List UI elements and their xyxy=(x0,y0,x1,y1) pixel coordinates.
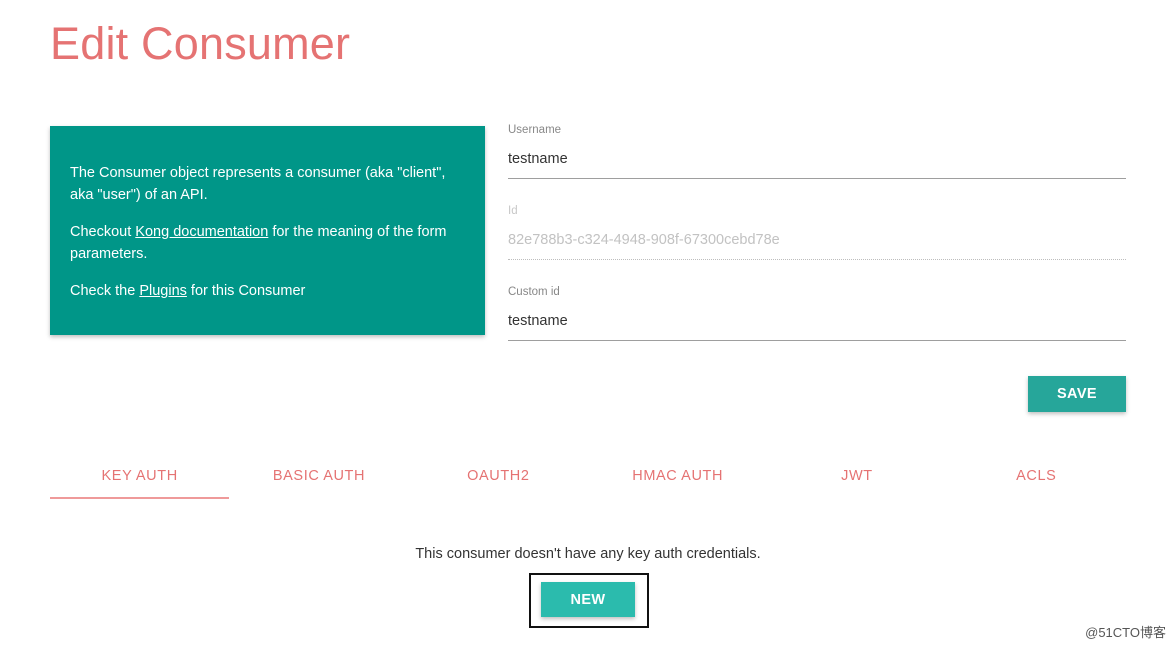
new-credential-button[interactable]: NEW xyxy=(541,582,635,617)
custom-id-input[interactable] xyxy=(508,303,1126,341)
empty-credentials-message: This consumer doesn't have any key auth … xyxy=(415,546,761,562)
id-input xyxy=(508,222,1126,260)
username-input[interactable] xyxy=(508,141,1126,179)
tab-hmac-auth[interactable]: HMAC AUTH xyxy=(588,455,767,500)
tab-acls[interactable]: ACLS xyxy=(947,455,1126,500)
tab-basic-auth[interactable]: BASIC AUTH xyxy=(229,455,408,500)
watermark: @51CTO博客 xyxy=(1085,625,1166,640)
custom-id-label: Custom id xyxy=(508,286,560,298)
username-field-group: Username xyxy=(508,122,1126,179)
kong-documentation-link[interactable]: Kong documentation xyxy=(135,224,268,240)
save-button[interactable]: SAVE xyxy=(1028,376,1126,412)
tab-oauth2[interactable]: OAUTH2 xyxy=(409,455,588,500)
tab-jwt[interactable]: JWT xyxy=(767,455,946,500)
info-plugins-line: Check the Plugins for this Consumer xyxy=(70,280,465,302)
info-card: The Consumer object represents a consume… xyxy=(50,126,485,335)
info-description: The Consumer object represents a consume… xyxy=(70,165,446,203)
info-docs-prefix: Checkout xyxy=(70,224,136,240)
custom-id-field-group: Custom id xyxy=(508,284,1126,341)
username-label: Username xyxy=(508,124,562,136)
id-label: Id xyxy=(508,205,518,217)
auth-tabs: KEY AUTH BASIC AUTH OAUTH2 HMAC AUTH JWT… xyxy=(50,455,1126,500)
page-title: Edit Consumer xyxy=(50,18,351,69)
plugins-link[interactable]: Plugins xyxy=(139,283,187,299)
info-plugins-prefix: Check the xyxy=(70,283,140,299)
tab-key-auth[interactable]: KEY AUTH xyxy=(50,455,230,500)
id-field-group: Id xyxy=(508,203,1126,260)
info-docs-line: Checkout Kong documentation for the mean… xyxy=(70,221,465,265)
info-plugins-suffix: for this Consumer xyxy=(186,283,306,299)
